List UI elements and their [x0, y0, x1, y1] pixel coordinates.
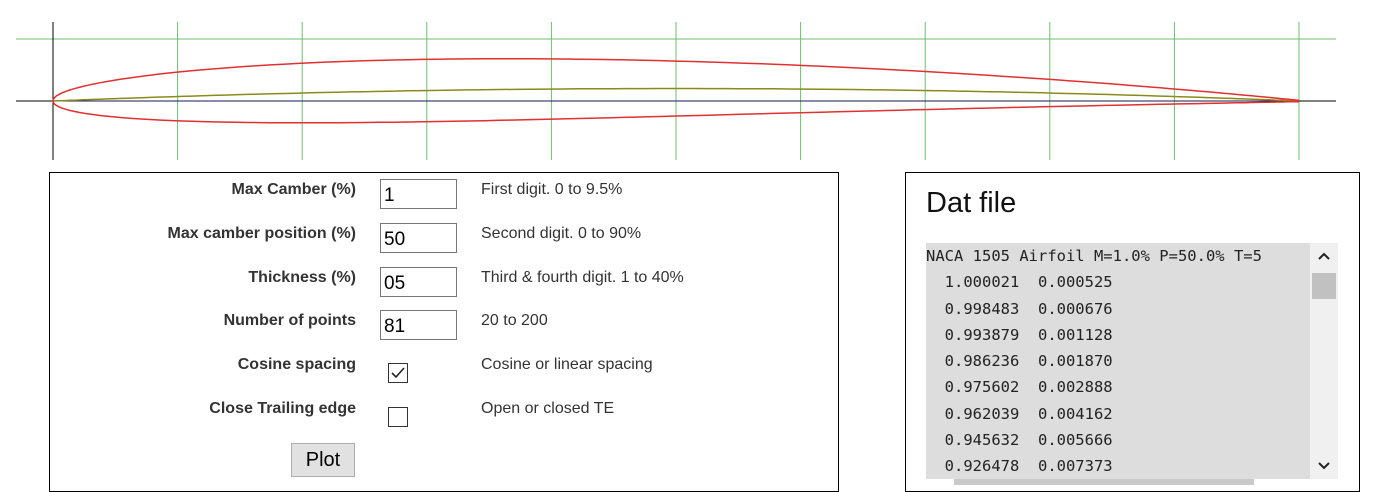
dat-coordinate-line: 0.975602 0.002888 [926, 378, 1113, 397]
dat-coordinate-line: 0.962039 0.004162 [926, 404, 1113, 423]
dat-file-content: NACA 1505 Airfoil M=1.0% P=50.0% T=5 1.0… [926, 243, 1310, 479]
dat-coordinate-line: 0.998483 0.000676 [926, 299, 1113, 318]
airfoil-plot [16, 22, 1336, 160]
dat-file-panel: Dat file NACA 1505 Airfoil M=1.0% P=50.0… [905, 172, 1360, 492]
plot-button[interactable]: Plot [291, 443, 355, 477]
camber-position-input[interactable] [380, 223, 457, 253]
chevron-up-icon[interactable] [1310, 243, 1338, 269]
cosine-spacing-checkbox[interactable] [388, 363, 408, 383]
num-points-row: Number of points 20 to 200 [50, 310, 838, 342]
dat-coordinate-line: 0.993879 0.001128 [926, 325, 1113, 344]
cosine-spacing-row: Cosine spacing Cosine or linear spacing [50, 354, 838, 386]
camber-position-row: Max camber position (%) Second digit. 0 … [50, 223, 838, 255]
close-te-row: Close Trailing edge Open or closed TE [50, 398, 838, 430]
thickness-input[interactable] [380, 267, 457, 297]
checkmark-icon [391, 367, 405, 379]
horizontal-scrollbar-thumb[interactable] [954, 479, 1254, 485]
max-camber-row: Max Camber (%) First digit. 0 to 9.5% [50, 179, 838, 211]
chevron-down-icon[interactable] [1310, 453, 1338, 479]
num-points-input[interactable] [380, 310, 457, 340]
cosine-spacing-hint: Cosine or linear spacing [481, 356, 653, 373]
num-points-hint: 20 to 200 [481, 312, 548, 329]
camber-position-label: Max camber position (%) [167, 225, 356, 242]
close-te-hint: Open or closed TE [481, 400, 615, 417]
dat-coordinate-line: 0.926478 0.007373 [926, 457, 1113, 476]
dat-coordinate-line: 0.945632 0.005666 [926, 431, 1113, 450]
max-camber-hint: First digit. 0 to 9.5% [481, 181, 623, 198]
dat-coordinate-line: 1.000021 0.000525 [926, 273, 1113, 292]
dat-coordinate-line: 0.986236 0.001870 [926, 352, 1113, 371]
dat-file-title: Dat file [926, 187, 1017, 219]
max-camber-label: Max Camber (%) [231, 181, 356, 198]
thickness-label: Thickness (%) [248, 269, 356, 286]
vertical-scrollbar[interactable] [1310, 243, 1338, 479]
dat-file-textarea[interactable]: NACA 1505 Airfoil M=1.0% P=50.0% T=5 1.0… [926, 243, 1338, 479]
max-camber-input[interactable] [380, 179, 457, 209]
close-te-checkbox[interactable] [388, 407, 408, 427]
close-te-label: Close Trailing edge [209, 400, 356, 417]
parameters-panel: Max Camber (%) First digit. 0 to 9.5% Ma… [49, 172, 839, 492]
num-points-label: Number of points [223, 312, 356, 329]
thickness-hint: Third & fourth digit. 1 to 40% [481, 269, 684, 286]
camber-position-hint: Second digit. 0 to 90% [481, 225, 642, 242]
scrollbar-thumb[interactable] [1312, 273, 1336, 299]
cosine-spacing-label: Cosine spacing [237, 356, 356, 373]
thickness-row: Thickness (%) Third & fourth digit. 1 to… [50, 267, 838, 299]
dat-header-line: NACA 1505 Airfoil M=1.0% P=50.0% T=5 [926, 247, 1262, 265]
